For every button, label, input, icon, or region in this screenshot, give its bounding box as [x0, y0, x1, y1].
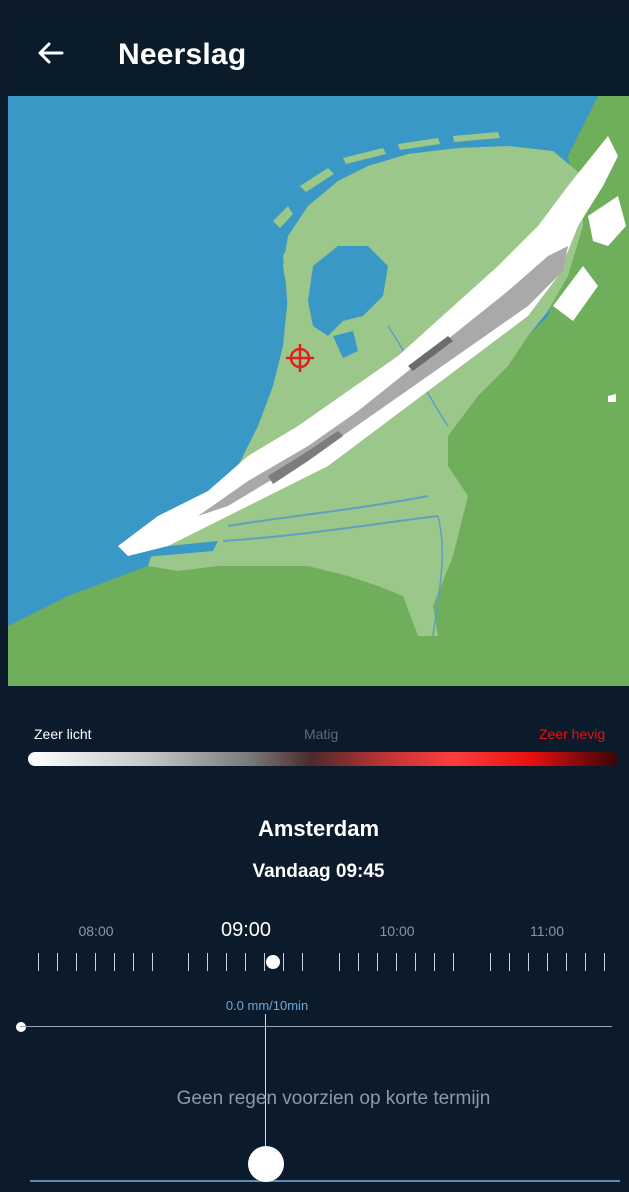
timeline-tick: [133, 953, 134, 971]
timeline-tick: [415, 953, 416, 971]
timeline-tick: [604, 953, 605, 971]
time-slider-track[interactable]: [30, 1180, 620, 1182]
timeline-tick: [76, 953, 77, 971]
intensity-legend-bar: [28, 752, 618, 766]
time-slider-thumb[interactable]: [248, 1146, 284, 1182]
timeline-tick: [283, 953, 284, 971]
timeline-tick: [358, 953, 359, 971]
location-datetime: Vandaag 09:45: [252, 861, 385, 882]
timeline-tick: [207, 953, 208, 971]
timeline-tick: [188, 953, 189, 971]
timeline-tick: [585, 953, 586, 971]
timeline-tick: [114, 953, 115, 971]
timeline-tick: [490, 953, 491, 971]
location-name: Amsterdam: [257, 816, 380, 841]
timeline-hour-1000[interactable]: 10:00: [379, 923, 414, 939]
timeline-tick: [57, 953, 58, 971]
legend-label-very-light: Zeer licht: [34, 726, 92, 742]
timeline-tick: [453, 953, 454, 971]
timeline-hour-0900[interactable]: 09:00: [221, 919, 271, 942]
timeline-tick: [377, 953, 378, 971]
rain-forecast-text: Geen regen voorzien op korte termijn: [176, 1088, 491, 1109]
precipitation-map[interactable]: [8, 96, 629, 686]
app-screen: Neerslag Zeer licht Matig Zeer hevig Ams…: [8, 8, 629, 1192]
app-header: Neerslag: [8, 8, 629, 96]
timeline-tick: [396, 953, 397, 971]
timeline-tick: [509, 953, 510, 971]
timeline-hour-0800[interactable]: 08:00: [78, 923, 113, 939]
rain-graph-baseline: [20, 1026, 612, 1027]
timeline-tick: [226, 953, 227, 971]
legend-label-moderate: Matig: [304, 726, 339, 742]
timeline-tick: [528, 953, 529, 971]
arrow-left-icon[interactable]: [34, 36, 68, 70]
timeline-tick: [152, 953, 153, 971]
timeline-tick: [38, 953, 39, 971]
timeline-tick: [547, 953, 548, 971]
timeline-hour-1100[interactable]: 11:00: [530, 923, 564, 939]
rain-graph-start-dot: [16, 1022, 26, 1032]
page-title: Neerslag: [118, 38, 247, 71]
legend-label-very-heavy: Zeer hevig: [539, 726, 606, 742]
timeline-tick: [302, 953, 303, 971]
timeline-tick: [245, 953, 246, 971]
rain-amount-value: 0.0 mm/10min: [225, 998, 309, 1013]
timeline-tick: [95, 953, 96, 971]
timeline-tick: [339, 953, 340, 971]
timeline-tick: [434, 953, 435, 971]
timeline-tick: [264, 953, 265, 971]
timeline-position-knob[interactable]: [266, 955, 280, 969]
timeline-tick: [566, 953, 567, 971]
